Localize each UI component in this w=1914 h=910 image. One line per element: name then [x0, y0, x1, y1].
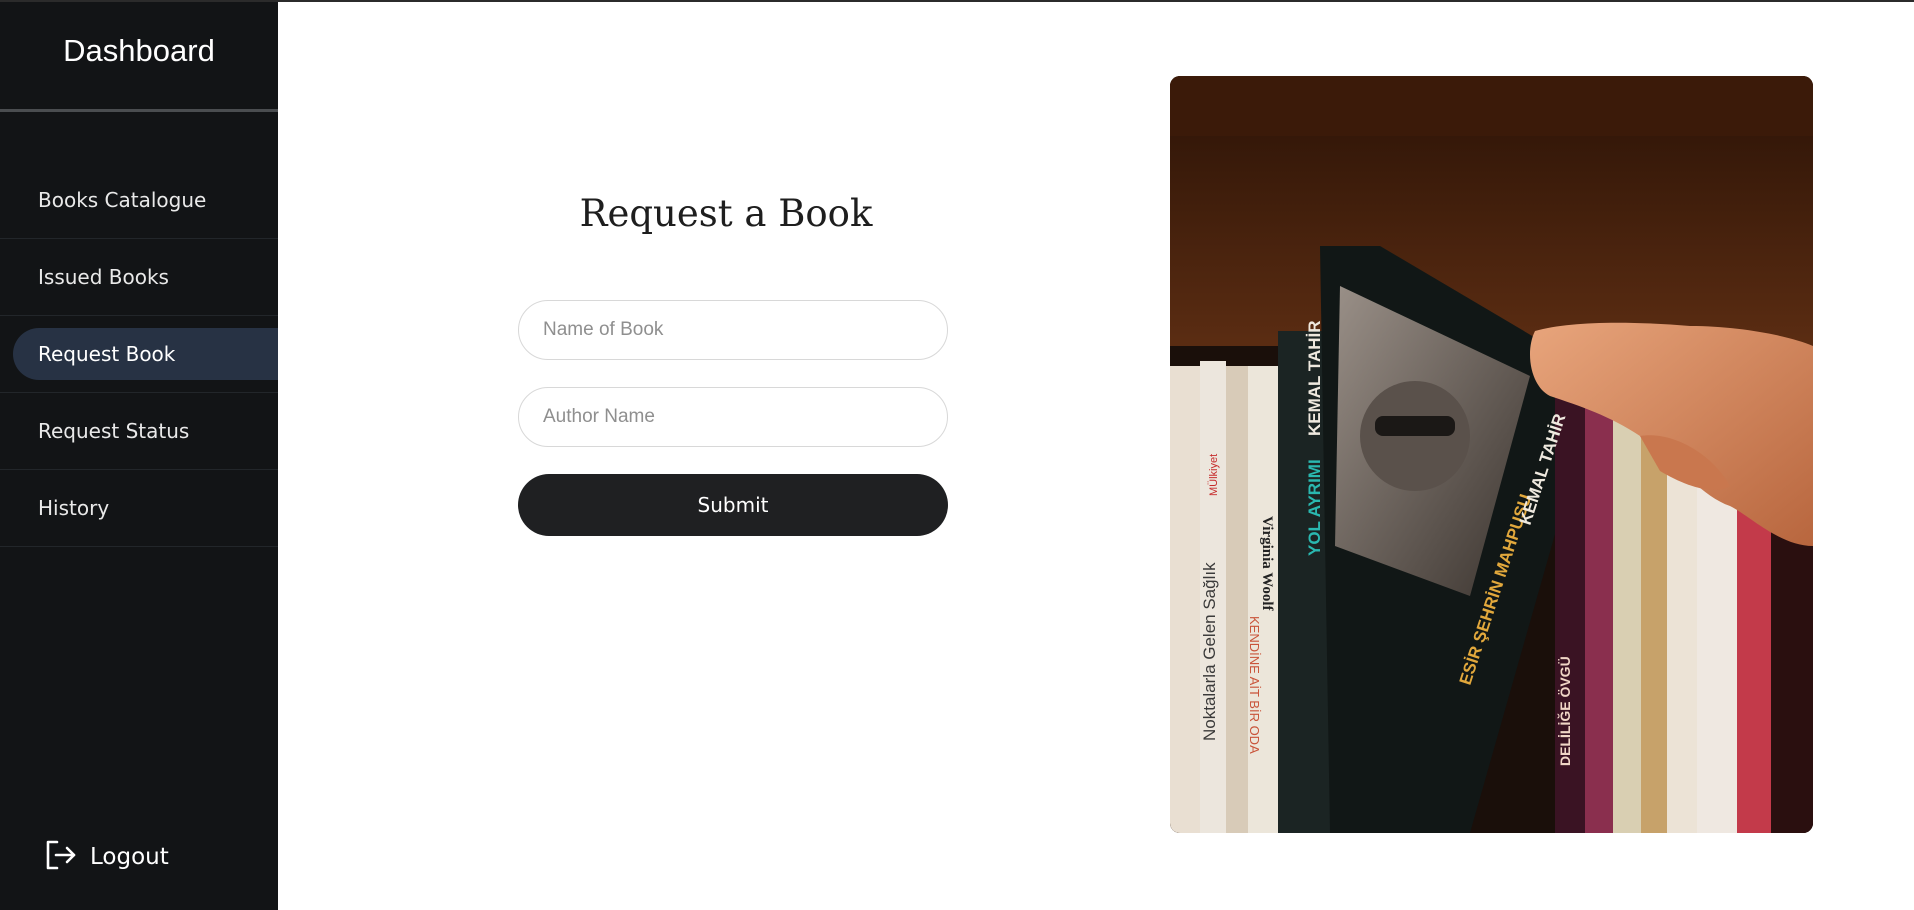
sidebar-item-issued-books[interactable]: Issued Books — [0, 239, 278, 316]
spine-text: YOL AYRIMI — [1305, 459, 1324, 556]
sidebar-item-label: Request Status — [38, 419, 190, 443]
submit-button[interactable]: Submit — [518, 474, 948, 536]
author-name-input[interactable] — [518, 387, 948, 447]
sidebar-title: Dashboard — [0, 2, 278, 112]
page-title: Request a Book — [579, 192, 873, 235]
sidebar: Dashboard Books Catalogue Issued Books R… — [0, 2, 278, 910]
bookshelf-photo: Noktalarla Gelen Sağlık Virginia Woolf K… — [1170, 76, 1813, 833]
sidebar-item-label: Books Catalogue — [38, 188, 207, 212]
sidebar-item-label: Issued Books — [38, 265, 169, 289]
spine-text: KEMAL TAHİR — [1305, 320, 1324, 436]
logout-icon — [44, 838, 78, 876]
spine-text: KENDİNE AİT BİR ODA — [1247, 616, 1262, 754]
sidebar-item-request-book[interactable]: Request Book — [0, 316, 278, 393]
sidebar-item-books-catalogue[interactable]: Books Catalogue — [0, 162, 278, 239]
sidebar-item-label: Request Book — [38, 342, 176, 366]
spine-text: MÜlkiyet — [1208, 454, 1220, 496]
sidebar-item-request-status[interactable]: Request Status — [0, 393, 278, 470]
spine-text: Virginia Woolf — [1259, 516, 1275, 612]
logout-label: Logout — [90, 844, 169, 870]
book-name-input[interactable] — [518, 300, 948, 360]
spine-text: DELİLİĞE ÖVGÜ — [1556, 656, 1573, 766]
sidebar-nav: Books Catalogue Issued Books Request Boo… — [0, 162, 278, 547]
logout-button[interactable]: Logout — [44, 838, 169, 876]
spine-text: Noktalarla Gelen Sağlık — [1200, 562, 1219, 741]
sidebar-item-label: History — [38, 496, 110, 520]
sidebar-item-history[interactable]: History — [0, 470, 278, 547]
